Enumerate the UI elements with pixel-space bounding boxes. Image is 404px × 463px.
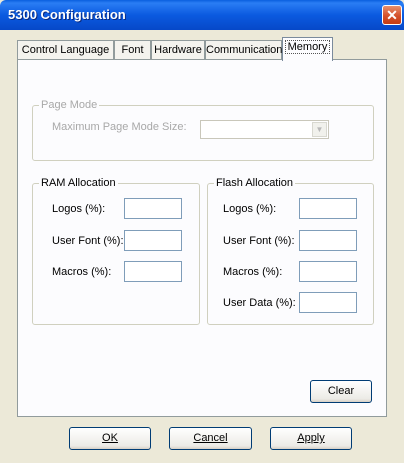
- ram-allocation-group: RAM Allocation Logos (%): User Font (%):…: [32, 177, 200, 325]
- flash-user-font-label: User Font (%):: [223, 235, 295, 247]
- memory-tab-panel: Page Mode Maximum Page Mode Size: ▼ RAM …: [17, 59, 387, 417]
- tab-hardware[interactable]: Hardware: [151, 40, 205, 60]
- ram-user-font-field[interactable]: [124, 230, 182, 251]
- configuration-dialog: 5300 Configuration ✕ Control Language Fo…: [0, 0, 404, 463]
- clear-button[interactable]: Clear: [310, 380, 372, 403]
- title-bar[interactable]: 5300 Configuration ✕: [0, 0, 404, 30]
- window-title: 5300 Configuration: [8, 7, 126, 22]
- tab-label: Communication: [206, 44, 283, 56]
- flash-macros-label: Macros (%):: [223, 266, 283, 278]
- apply-label: Apply: [297, 432, 325, 444]
- dialog-footer: OK Cancel Apply: [0, 418, 404, 463]
- ram-user-font-label: User Font (%):: [52, 235, 124, 247]
- flash-macros-field[interactable]: [299, 261, 357, 282]
- ram-macros-field[interactable]: [124, 261, 182, 282]
- apply-button[interactable]: Apply: [270, 427, 352, 450]
- cancel-label: Cancel: [193, 432, 228, 444]
- page-mode-group: Page Mode Maximum Page Mode Size: ▼: [32, 99, 374, 161]
- flash-allocation-group: Flash Allocation Logos (%): User Font (%…: [207, 177, 374, 325]
- chevron-down-icon[interactable]: ▼: [312, 122, 327, 137]
- page-mode-title: Page Mode: [39, 99, 100, 111]
- max-page-mode-size-label: Maximum Page Mode Size:: [52, 121, 187, 133]
- tab-control-language[interactable]: Control Language: [17, 40, 114, 60]
- ram-allocation-title: RAM Allocation: [39, 177, 118, 189]
- tab-label: Memory: [284, 40, 331, 54]
- tab-label: Control Language: [21, 44, 110, 56]
- tab-label: Font: [121, 44, 144, 56]
- flash-user-data-field[interactable]: [299, 292, 357, 313]
- cancel-button[interactable]: Cancel: [169, 427, 252, 450]
- flash-allocation-title: Flash Allocation: [214, 177, 296, 189]
- close-icon[interactable]: ✕: [382, 5, 402, 25]
- tab-memory[interactable]: Memory: [282, 37, 333, 61]
- ok-label: OK: [102, 432, 118, 444]
- tab-communication[interactable]: Communication: [205, 40, 282, 60]
- tab-label: Hardware: [154, 44, 202, 56]
- ram-logos-field[interactable]: [124, 198, 182, 219]
- flash-user-data-label: User Data (%):: [223, 297, 296, 309]
- max-page-mode-size-select[interactable]: ▼: [200, 120, 329, 139]
- ram-logos-label: Logos (%):: [52, 203, 106, 215]
- flash-logos-label: Logos (%):: [223, 203, 277, 215]
- flash-user-font-field[interactable]: [299, 230, 357, 251]
- flash-logos-field[interactable]: [299, 198, 357, 219]
- ram-macros-label: Macros (%):: [52, 266, 112, 278]
- ok-button[interactable]: OK: [69, 427, 151, 450]
- tab-font[interactable]: Font: [114, 40, 151, 60]
